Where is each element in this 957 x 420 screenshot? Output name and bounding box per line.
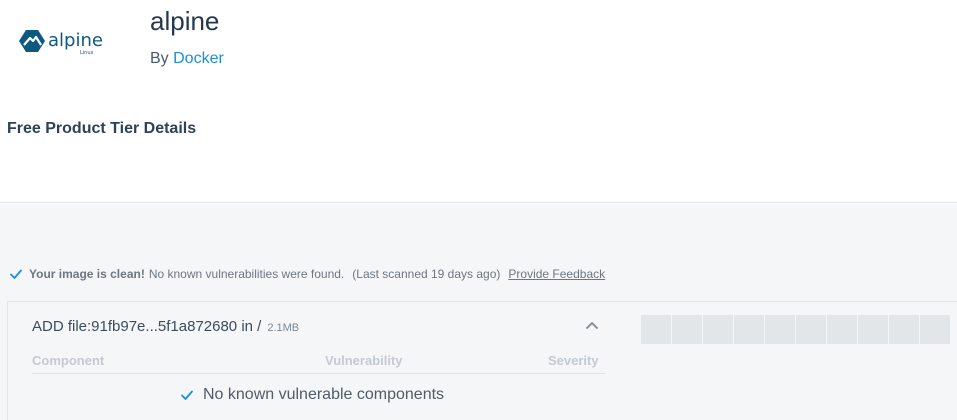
header-divider [32,373,605,374]
scan-section: Your image is clean! No known vulnerabil… [0,204,957,420]
no-vulnerable-components: No known vulnerable components [180,386,444,404]
severity-block [734,315,764,344]
chevron-up-icon[interactable] [585,320,599,330]
tier-heading: Free Product Tier Details [7,120,197,137]
check-icon [10,269,22,279]
scan-status: Your image is clean! No known vulnerabil… [9,267,605,281]
provide-feedback-link[interactable]: Provide Feedback [508,267,605,281]
svg-text:alpine: alpine [48,30,103,51]
severity-block [889,315,919,344]
severity-block [858,315,888,344]
publisher-byline: By Docker [150,50,224,68]
severity-block [672,315,702,344]
layer-panel: ADD file:91fb97e...5f1a872680 in /2.1MB … [7,301,957,420]
severity-block [827,315,857,344]
no-vulnerable-components-text: No known vulnerable components [203,386,445,403]
severity-block [765,315,795,344]
by-prefix: By [150,50,169,67]
last-scanned: (Last scanned 19 days ago) [352,267,501,281]
severity-block [641,315,671,344]
column-header-component: Component [32,353,105,368]
layer-command-text: ADD file:91fb97e...5f1a872680 in / [32,318,262,335]
svg-text:Linux: Linux [80,50,94,56]
clean-message: No known vulnerabilities were found. [148,267,345,281]
repo-header: alpine Linux alpine By Docker Free Produ… [0,0,957,203]
publisher-link[interactable]: Docker [173,50,224,67]
column-header-vulnerability: Vulnerability [325,353,403,368]
page-title: alpine [150,6,220,36]
column-header-severity: Severity [548,353,599,368]
severity-block [703,315,733,344]
severity-blocks [641,315,951,344]
clean-label: Your image is clean! [29,267,145,281]
layer-command[interactable]: ADD file:91fb97e...5f1a872680 in / 2.1MB [32,318,299,335]
check-icon [181,390,193,400]
layer-size: 2.1MB [267,322,300,334]
severity-block [796,315,826,344]
alpine-logo: alpine Linux [19,30,103,56]
severity-block [920,315,950,344]
